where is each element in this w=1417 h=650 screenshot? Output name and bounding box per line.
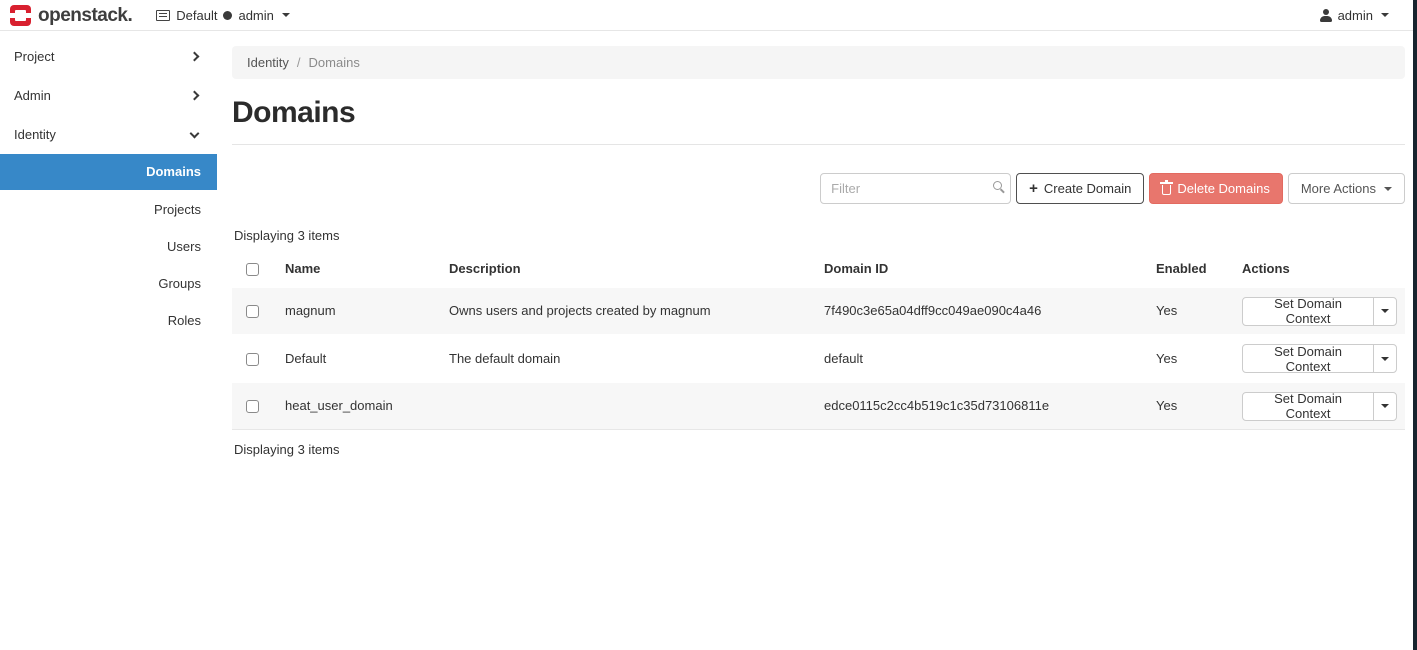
scrollbar-track[interactable] bbox=[1413, 0, 1417, 650]
breadcrumb: Identity / Domains bbox=[232, 46, 1405, 79]
row-actions-dropdown-button[interactable] bbox=[1373, 297, 1397, 326]
row-actions: Set Domain Context bbox=[1242, 297, 1397, 326]
current-domain-label: Default bbox=[176, 8, 217, 23]
table-header-row: Name Description Domain ID Enabled Actio… bbox=[232, 253, 1405, 287]
row-actions-dropdown-button[interactable] bbox=[1373, 392, 1397, 421]
domain-enabled-cell: Yes bbox=[1148, 335, 1234, 383]
chevron-down-icon bbox=[1381, 309, 1389, 313]
top-navbar: openstack. Default admin admin bbox=[0, 0, 1417, 31]
items-count-bottom: Displaying 3 items bbox=[234, 442, 1405, 457]
domain-id-cell: default bbox=[816, 335, 1148, 383]
sidebar-item-roles[interactable]: Roles bbox=[0, 302, 217, 339]
chevron-down-icon bbox=[1381, 357, 1389, 361]
more-actions-label: More Actions bbox=[1301, 181, 1376, 196]
row-actions-dropdown-button[interactable] bbox=[1373, 344, 1397, 373]
user-icon bbox=[1320, 9, 1332, 21]
domain-list-icon bbox=[156, 10, 170, 21]
sidebar-section-admin[interactable]: Admin bbox=[0, 76, 217, 115]
delete-domains-button[interactable]: Delete Domains bbox=[1149, 173, 1283, 204]
items-count-top: Displaying 3 items bbox=[234, 228, 1405, 243]
chevron-down-icon bbox=[1381, 404, 1389, 408]
domain-name-cell: magnum bbox=[277, 287, 441, 335]
title-divider bbox=[232, 144, 1405, 145]
chevron-down-icon bbox=[1384, 187, 1392, 191]
trash-icon bbox=[1162, 185, 1171, 195]
openstack-logo-icon bbox=[10, 5, 31, 26]
sidebar-item-domains[interactable]: Domains bbox=[0, 154, 217, 190]
table-row: heat_user_domain edce0115c2cc4b519c1c35d… bbox=[232, 382, 1405, 429]
main-content: Identity / Domains Domains + Create Doma… bbox=[217, 31, 1417, 649]
domain-description-cell bbox=[441, 382, 816, 429]
domain-enabled-cell: Yes bbox=[1148, 382, 1234, 429]
domain-id-cell: edce0115c2cc4b519c1c35d73106811e bbox=[816, 382, 1148, 429]
sidebar-item-projects[interactable]: Projects bbox=[0, 191, 217, 228]
bullet-separator-icon bbox=[223, 11, 232, 20]
domain-name-cell: heat_user_domain bbox=[277, 382, 441, 429]
domain-id-cell: 7f490c3e65a04dff9cc049ae090c4a46 bbox=[816, 287, 1148, 335]
current-project-label: admin bbox=[238, 8, 273, 23]
user-menu[interactable]: admin bbox=[1320, 8, 1389, 23]
sidebar-item-groups[interactable]: Groups bbox=[0, 265, 217, 302]
chevron-right-icon bbox=[190, 91, 200, 101]
row-checkbox[interactable] bbox=[246, 400, 259, 413]
domain-description-cell: Owns users and projects created by magnu… bbox=[441, 287, 816, 335]
breadcrumb-identity-link[interactable]: Identity bbox=[247, 55, 289, 70]
row-actions: Set Domain Context bbox=[1242, 344, 1397, 373]
breadcrumb-separator: / bbox=[297, 55, 301, 70]
chevron-down-icon bbox=[1381, 13, 1389, 17]
domains-table: Name Description Domain ID Enabled Actio… bbox=[232, 253, 1405, 430]
sidebar: Project Admin Identity Domains Projects … bbox=[0, 31, 217, 649]
sidebar-section-label: Identity bbox=[14, 127, 56, 142]
table-toolbar: + Create Domain Delete Domains More Acti… bbox=[232, 173, 1405, 204]
domain-project-switcher[interactable]: Default admin bbox=[156, 8, 290, 23]
breadcrumb-current: Domains bbox=[309, 55, 360, 70]
more-actions-button[interactable]: More Actions bbox=[1288, 173, 1405, 204]
table-row: magnum Owns users and projects created b… bbox=[232, 287, 1405, 335]
sidebar-item-users[interactable]: Users bbox=[0, 228, 217, 265]
search-icon bbox=[993, 181, 1002, 190]
openstack-brand[interactable]: openstack. bbox=[10, 5, 132, 26]
domain-description-cell: The default domain bbox=[441, 335, 816, 383]
create-domain-label: Create Domain bbox=[1044, 181, 1131, 196]
row-checkbox[interactable] bbox=[246, 353, 259, 366]
chevron-down-icon bbox=[190, 128, 200, 138]
plus-icon: + bbox=[1029, 181, 1038, 196]
sidebar-section-label: Admin bbox=[14, 88, 51, 103]
page-title: Domains bbox=[232, 96, 1405, 130]
column-header-actions: Actions bbox=[1234, 253, 1405, 287]
select-all-checkbox[interactable] bbox=[246, 263, 259, 276]
column-header-domain-id: Domain ID bbox=[816, 253, 1148, 287]
set-domain-context-button[interactable]: Set Domain Context bbox=[1242, 392, 1374, 421]
domain-name-cell: Default bbox=[277, 335, 441, 383]
row-checkbox[interactable] bbox=[246, 305, 259, 318]
filter-wrap bbox=[820, 173, 1011, 204]
filter-input[interactable] bbox=[820, 173, 1011, 204]
sidebar-section-project[interactable]: Project bbox=[0, 37, 217, 76]
set-domain-context-button[interactable]: Set Domain Context bbox=[1242, 344, 1374, 373]
table-row: Default The default domain default Yes S… bbox=[232, 335, 1405, 383]
sidebar-section-label: Project bbox=[14, 49, 54, 64]
chevron-down-icon bbox=[282, 13, 290, 17]
column-header-description: Description bbox=[441, 253, 816, 287]
sidebar-section-identity[interactable]: Identity bbox=[0, 115, 217, 154]
set-domain-context-button[interactable]: Set Domain Context bbox=[1242, 297, 1374, 326]
column-header-enabled: Enabled bbox=[1148, 253, 1234, 287]
domain-enabled-cell: Yes bbox=[1148, 287, 1234, 335]
row-actions: Set Domain Context bbox=[1242, 392, 1397, 421]
delete-domains-label: Delete Domains bbox=[1177, 181, 1270, 196]
create-domain-button[interactable]: + Create Domain bbox=[1016, 173, 1144, 204]
identity-submenu: Domains Projects Users Groups Roles bbox=[0, 154, 217, 339]
chevron-right-icon bbox=[190, 52, 200, 62]
username-label: admin bbox=[1338, 8, 1373, 23]
brand-text: openstack. bbox=[38, 6, 132, 25]
column-header-name[interactable]: Name bbox=[277, 253, 441, 287]
